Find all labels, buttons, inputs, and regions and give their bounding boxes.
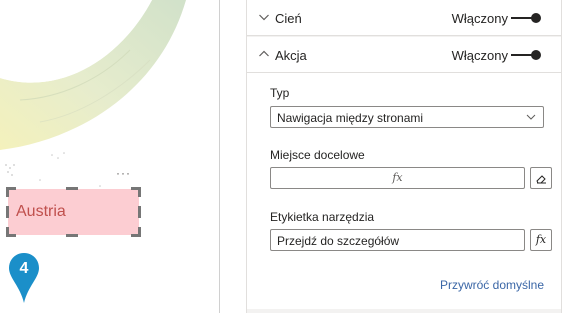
fx-icon: fx — [392, 171, 403, 184]
toggle-state-label: Włączony — [451, 11, 508, 26]
visual-label: Austria — [16, 203, 66, 220]
resize-handle-top-center[interactable] — [66, 187, 78, 190]
card-divider — [246, 309, 562, 313]
tooltip-fx-button[interactable]: fx — [530, 229, 552, 251]
pin-number: 4 — [19, 260, 29, 277]
resize-handle-bottom-right[interactable] — [138, 227, 141, 237]
selected-visual[interactable]: Austria — [8, 189, 139, 235]
more-options-icon[interactable]: ··· — [116, 166, 131, 180]
toggle-state-label: Włączony — [451, 48, 508, 63]
report-canvas: ··· Austria 4 — [0, 0, 220, 313]
resize-handle-middle-right[interactable] — [138, 206, 141, 218]
type-label: Typ — [270, 86, 290, 100]
format-pane: Cień Włączony Akcja Włączony Typ Nawigac… — [246, 0, 562, 313]
card-shadow-header[interactable]: Cień Włączony — [246, 0, 562, 36]
dropdown-caret-icon — [526, 114, 536, 120]
map-pin-icon[interactable]: 4 — [8, 252, 40, 309]
fx-icon: fx — [535, 233, 547, 246]
destination-label: Miejsce docelowe — [270, 148, 365, 162]
card-action-header[interactable]: Akcja Włączony — [246, 37, 562, 73]
clear-destination-button[interactable] — [530, 167, 552, 189]
canvas-divider — [219, 0, 220, 313]
reset-defaults-link[interactable]: Przywróć domyślne — [440, 278, 544, 292]
chevron-down-icon — [259, 14, 269, 21]
card-title: Cień — [275, 11, 302, 26]
chevron-up-icon — [259, 50, 269, 57]
destination-field[interactable]: fx — [270, 167, 525, 189]
tooltip-field-value: Przejdź do szczegółów — [277, 234, 400, 248]
resize-handle-bottom-left[interactable] — [6, 227, 9, 237]
resize-handle-bottom-center[interactable] — [66, 234, 78, 237]
tooltip-label: Etykietka narzędzia — [270, 210, 375, 224]
type-dropdown[interactable]: Nawigacja między stronami — [270, 106, 544, 128]
shadow-toggle[interactable] — [511, 13, 541, 23]
action-toggle[interactable] — [511, 50, 541, 60]
resize-handle-middle-left[interactable] — [6, 206, 9, 218]
resize-handle-top-right[interactable] — [138, 187, 141, 197]
tooltip-field[interactable]: Przejdź do szczegółów — [270, 229, 525, 251]
resize-handle-top-left[interactable] — [6, 187, 9, 197]
eraser-icon — [536, 175, 546, 184]
card-title: Akcja — [275, 48, 307, 63]
type-dropdown-value: Nawigacja między stronami — [277, 111, 424, 125]
